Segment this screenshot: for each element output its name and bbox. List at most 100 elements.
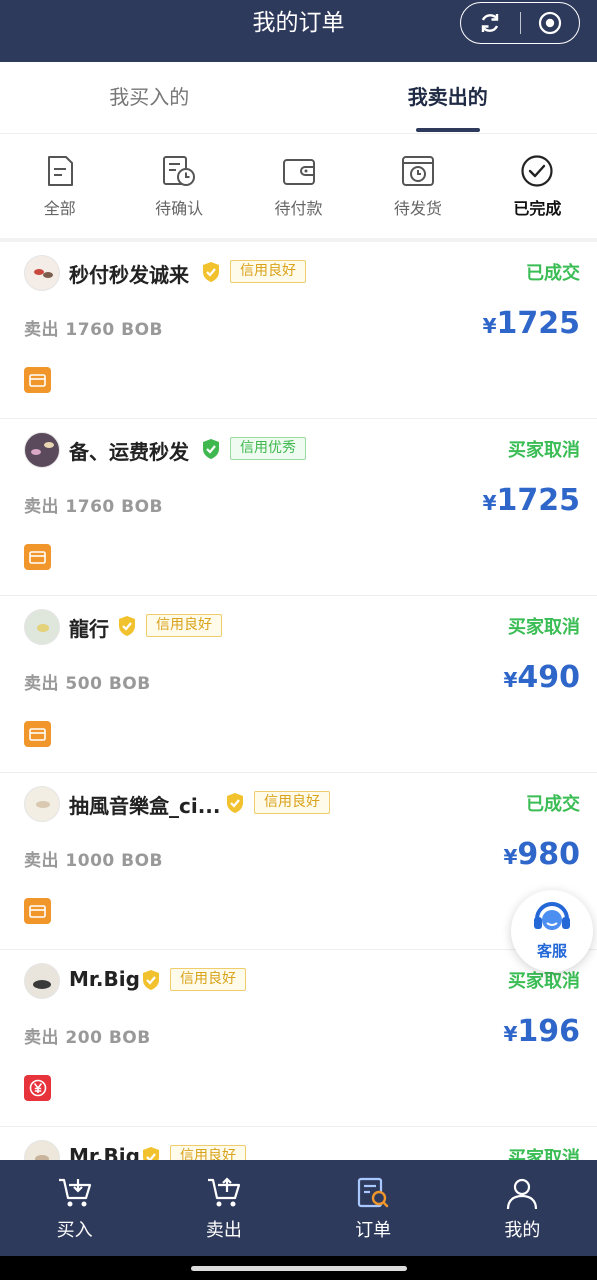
verified-shield-icon	[143, 1147, 159, 1160]
order-status: 买家取消	[508, 1148, 580, 1160]
nav-sell[interactable]: 卖出	[149, 1160, 298, 1256]
avatar	[24, 963, 60, 999]
order-card[interactable]: 抽風音樂盒_ci... 信用良好 已成交 卖出 1000 BOB ¥980	[0, 773, 597, 950]
filter-pending-confirm[interactable]: 待确认	[119, 140, 238, 236]
filter-label: 全部	[43, 199, 76, 218]
page: 我的订单 我买入的 我卖出的 全部 待确认 待付款 待发货 已完成 秒付秒发诚来…	[0, 0, 597, 1280]
avatar	[24, 432, 60, 468]
sold-amount: 卖出 1760 BOB	[24, 320, 164, 340]
order-card[interactable]: Mr.Big 信用良好 买家取消 卖出 200 BOB ¥196	[0, 950, 597, 1127]
nav-orders[interactable]: 订单	[299, 1160, 448, 1256]
verified-shield-icon	[143, 970, 159, 990]
app-header: 我的订单	[0, 0, 597, 62]
avatar	[24, 255, 60, 291]
wallet-icon	[282, 159, 315, 185]
sold-amount: 卖出 1760 BOB	[24, 497, 164, 517]
payment-method-badge	[24, 367, 51, 393]
order-status: 已成交	[526, 263, 580, 284]
card-icon	[29, 904, 46, 918]
clock-list-icon	[163, 156, 196, 186]
filter-label: 已完成	[513, 199, 562, 218]
credit-badge: 信用良好	[170, 968, 246, 991]
order-card[interactable]: 秒付秒发诚来 信用良好 已成交 卖出 1760 BOB ¥1725	[0, 242, 597, 419]
headset-icon	[534, 902, 570, 930]
order-status: 买家取消	[508, 617, 580, 638]
nav-label: 卖出	[205, 1220, 242, 1241]
home-indicator[interactable]	[191, 1266, 407, 1271]
price-value: 1725	[496, 483, 581, 518]
yuan-icon	[29, 1079, 46, 1097]
seller-name: Mr.Big	[69, 1144, 140, 1160]
order-price: ¥1725	[483, 306, 580, 341]
tab-bought[interactable]: 我买入的	[0, 62, 299, 134]
order-status: 已成交	[526, 794, 580, 815]
bottom-navigation: 买入 卖出 订单 我的	[0, 1160, 597, 1256]
card-icon	[29, 373, 46, 387]
box-clock-icon	[401, 156, 434, 186]
order-search-icon	[358, 1177, 389, 1208]
filter-label: 待付款	[274, 199, 323, 218]
customer-service-label: 客服	[536, 942, 567, 960]
status-filter-bar: 全部 待确认 待付款 待发货 已完成	[0, 140, 597, 236]
order-price: ¥196	[503, 1014, 580, 1049]
price-value: 490	[517, 660, 580, 695]
refresh-button[interactable]	[461, 3, 520, 43]
price-value: 196	[517, 1014, 580, 1049]
avatar	[24, 786, 60, 822]
order-price: ¥490	[503, 660, 580, 695]
credit-badge: 信用良好	[170, 1145, 246, 1160]
verified-shield-icon	[119, 616, 135, 636]
order-status: 买家取消	[508, 440, 580, 461]
payment-method-badge	[24, 544, 51, 570]
verified-shield-icon	[227, 793, 243, 813]
divider	[0, 133, 597, 134]
avatar	[24, 609, 60, 645]
price-value: 1725	[496, 306, 581, 341]
credit-badge: 信用良好	[146, 614, 222, 637]
customer-service-button[interactable]: 客服	[511, 890, 593, 972]
seller-name: 备、运费秒发	[69, 440, 189, 464]
cart-down-icon	[58, 1178, 91, 1207]
nav-buy[interactable]: 买入	[0, 1160, 149, 1256]
order-direction-tabs: 我买入的 我卖出的	[0, 62, 597, 134]
seller-name: 龍行	[69, 617, 109, 641]
filter-completed[interactable]: 已完成	[478, 140, 597, 236]
tab-sold[interactable]: 我卖出的	[299, 62, 597, 134]
filter-label: 待确认	[155, 199, 204, 218]
filter-pending-shipment[interactable]: 待发货	[358, 140, 477, 236]
refresh-icon	[482, 14, 499, 32]
nav-label: 订单	[355, 1220, 392, 1241]
nav-profile[interactable]: 我的	[448, 1160, 597, 1256]
filter-label: 待发货	[393, 199, 442, 218]
order-card[interactable]: 龍行 信用良好 买家取消 卖出 500 BOB ¥490	[0, 596, 597, 773]
mini-program-capsule	[460, 2, 580, 44]
credit-badge: 信用优秀	[230, 437, 306, 460]
order-card[interactable]: 备、运费秒发 信用优秀 买家取消 卖出 1760 BOB ¥1725	[0, 419, 597, 596]
order-price: ¥980	[503, 837, 580, 872]
currency-symbol: ¥	[503, 1022, 518, 1046]
tab-sold-label: 我卖出的	[407, 85, 488, 109]
user-icon	[507, 1178, 538, 1210]
seller-name: Mr.Big	[69, 967, 140, 991]
card-icon	[29, 550, 46, 564]
seller-name: 抽風音樂盒_ci...	[69, 794, 221, 818]
currency-symbol: ¥	[482, 491, 497, 515]
verified-shield-icon	[203, 439, 219, 459]
credit-badge: 信用良好	[230, 260, 306, 283]
currency-symbol: ¥	[503, 668, 518, 692]
sold-amount: 卖出 500 BOB	[24, 674, 151, 694]
seller-name: 秒付秒发诚来	[69, 263, 189, 287]
gesture-area	[0, 1256, 597, 1280]
close-miniprogram-button[interactable]	[520, 3, 579, 43]
active-tab-indicator	[415, 128, 480, 132]
payment-method-badge	[24, 898, 51, 924]
payment-method-badge	[24, 1075, 51, 1101]
payment-method-badge	[24, 721, 51, 747]
order-card[interactable]: Mr.Big 信用良好 买家取消	[0, 1127, 597, 1160]
avatar	[24, 1140, 60, 1160]
currency-symbol: ¥	[482, 314, 497, 338]
nav-label: 我的	[504, 1220, 541, 1241]
filter-pending-payment[interactable]: 待付款	[239, 140, 358, 236]
filter-all[interactable]: 全部	[0, 140, 119, 236]
nav-label: 买入	[56, 1220, 93, 1241]
